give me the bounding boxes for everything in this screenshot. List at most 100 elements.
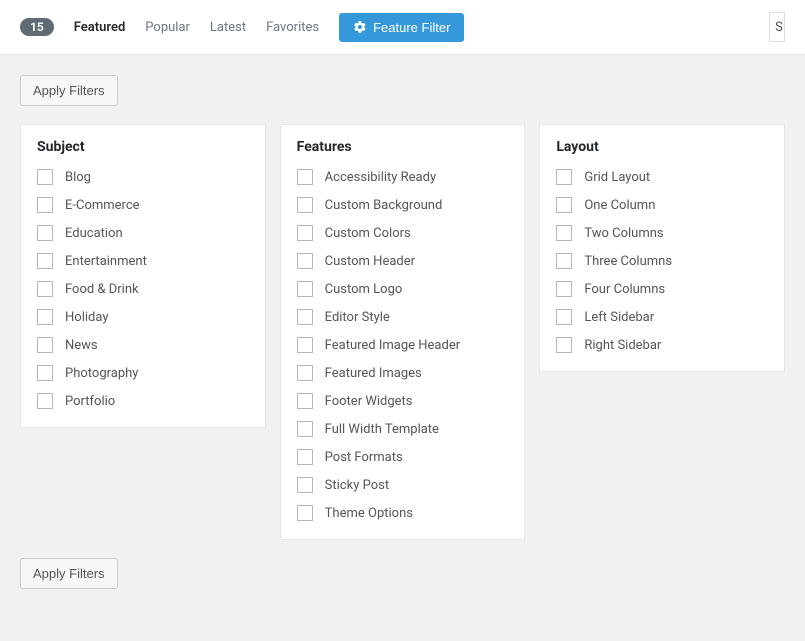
- filter-option[interactable]: Three Columns: [556, 253, 768, 269]
- filter-option[interactable]: Entertainment: [37, 253, 249, 269]
- checkbox[interactable]: [297, 365, 313, 381]
- filter-option[interactable]: Post Formats: [297, 449, 509, 465]
- checkbox[interactable]: [556, 309, 572, 325]
- checkbox[interactable]: [297, 421, 313, 437]
- filter-option-label: Portfolio: [65, 394, 115, 409]
- filter-option-label: Food & Drink: [65, 282, 139, 297]
- checkbox[interactable]: [297, 505, 313, 521]
- checkbox[interactable]: [556, 197, 572, 213]
- filter-option[interactable]: Holiday: [37, 309, 249, 325]
- filter-option[interactable]: Theme Options: [297, 505, 509, 521]
- checkbox[interactable]: [297, 253, 313, 269]
- checkbox[interactable]: [556, 337, 572, 353]
- checkbox[interactable]: [37, 337, 53, 353]
- filter-option[interactable]: Accessibility Ready: [297, 169, 509, 185]
- filter-option[interactable]: One Column: [556, 197, 768, 213]
- checkbox[interactable]: [297, 337, 313, 353]
- panel-title: Layout: [556, 139, 768, 155]
- filter-panel-features: Features Accessibility Ready Custom Backgr…: [280, 124, 526, 540]
- filter-option[interactable]: Full Width Template: [297, 421, 509, 437]
- checkbox[interactable]: [297, 225, 313, 241]
- filter-option[interactable]: Blog: [37, 169, 249, 185]
- filter-content: Apply Filters Subject Blog E-Commerce Educa…: [0, 55, 805, 609]
- checkbox[interactable]: [297, 281, 313, 297]
- filter-option[interactable]: Custom Colors: [297, 225, 509, 241]
- checkbox[interactable]: [297, 197, 313, 213]
- filter-option-label: Footer Widgets: [325, 394, 413, 409]
- filter-option[interactable]: Custom Background: [297, 197, 509, 213]
- feature-filter-label: Feature Filter: [373, 20, 450, 35]
- filter-option-label: Three Columns: [584, 254, 672, 269]
- feature-filter-button[interactable]: Feature Filter: [339, 13, 464, 42]
- checkbox[interactable]: [297, 449, 313, 465]
- filter-option-label: Featured Image Header: [325, 338, 460, 353]
- checkbox[interactable]: [37, 281, 53, 297]
- filter-option[interactable]: Two Columns: [556, 225, 768, 241]
- checkbox[interactable]: [297, 477, 313, 493]
- filter-option[interactable]: Food & Drink: [37, 281, 249, 297]
- filter-option-label: Featured Images: [325, 366, 422, 381]
- checkbox[interactable]: [556, 253, 572, 269]
- apply-filters-button-bottom[interactable]: Apply Filters: [20, 558, 118, 589]
- filter-option[interactable]: E-Commerce: [37, 197, 249, 213]
- filter-columns: Subject Blog E-Commerce Education Entertainm…: [20, 124, 785, 540]
- checkbox[interactable]: [37, 169, 53, 185]
- filter-option[interactable]: Featured Images: [297, 365, 509, 381]
- filter-option-label: Right Sidebar: [584, 338, 661, 353]
- checkbox[interactable]: [37, 225, 53, 241]
- tab-latest[interactable]: Latest: [210, 20, 246, 35]
- filter-option[interactable]: Right Sidebar: [556, 337, 768, 353]
- filter-option-label: Post Formats: [325, 450, 403, 465]
- filter-panel-subject: Subject Blog E-Commerce Education Entertainm…: [20, 124, 266, 428]
- tab-featured[interactable]: Featured: [74, 20, 126, 35]
- filter-option[interactable]: Footer Widgets: [297, 393, 509, 409]
- filter-option[interactable]: Sticky Post: [297, 477, 509, 493]
- checkbox[interactable]: [556, 281, 572, 297]
- panel-title: Subject: [37, 139, 249, 155]
- filter-option-label: Grid Layout: [584, 170, 650, 185]
- checkbox[interactable]: [297, 393, 313, 409]
- filter-option[interactable]: Portfolio: [37, 393, 249, 409]
- checkbox[interactable]: [37, 365, 53, 381]
- filter-option[interactable]: Featured Image Header: [297, 337, 509, 353]
- filter-option-label: Accessibility Ready: [325, 170, 436, 185]
- checkbox[interactable]: [37, 393, 53, 409]
- filter-option-label: Left Sidebar: [584, 310, 654, 325]
- checkbox[interactable]: [37, 253, 53, 269]
- apply-filters-button-top[interactable]: Apply Filters: [20, 75, 118, 106]
- filter-option[interactable]: Left Sidebar: [556, 309, 768, 325]
- filter-option-label: Photography: [65, 366, 138, 381]
- checkbox[interactable]: [556, 169, 572, 185]
- tab-popular[interactable]: Popular: [145, 20, 190, 35]
- tab-favorites[interactable]: Favorites: [266, 20, 319, 35]
- filter-option-label: Custom Header: [325, 254, 415, 269]
- filter-option[interactable]: Editor Style: [297, 309, 509, 325]
- filter-option-label: News: [65, 338, 98, 353]
- filter-option-label: Custom Colors: [325, 226, 411, 241]
- checkbox[interactable]: [297, 309, 313, 325]
- filter-option[interactable]: Custom Header: [297, 253, 509, 269]
- filter-option[interactable]: Custom Logo: [297, 281, 509, 297]
- filter-option-label: One Column: [584, 198, 655, 213]
- gear-icon: [353, 20, 367, 34]
- filter-option-label: Theme Options: [325, 506, 413, 521]
- search-input[interactable]: S: [769, 12, 785, 42]
- filter-option-label: Holiday: [65, 310, 108, 325]
- filter-option-label: Two Columns: [584, 226, 663, 241]
- filter-option-label: Four Columns: [584, 282, 665, 297]
- filter-option[interactable]: Education: [37, 225, 249, 241]
- checkbox[interactable]: [297, 169, 313, 185]
- filter-option[interactable]: Grid Layout: [556, 169, 768, 185]
- panel-title: Features: [297, 139, 509, 155]
- filter-option-label: E-Commerce: [65, 198, 140, 213]
- filter-option[interactable]: Photography: [37, 365, 249, 381]
- filter-option-label: Custom Logo: [325, 282, 403, 297]
- checkbox[interactable]: [556, 225, 572, 241]
- filter-option[interactable]: Four Columns: [556, 281, 768, 297]
- checkbox[interactable]: [37, 309, 53, 325]
- filter-option-label: Blog: [65, 170, 91, 185]
- filter-option[interactable]: News: [37, 337, 249, 353]
- theme-count-badge: 15: [20, 18, 54, 36]
- checkbox[interactable]: [37, 197, 53, 213]
- filter-option-label: Education: [65, 226, 123, 241]
